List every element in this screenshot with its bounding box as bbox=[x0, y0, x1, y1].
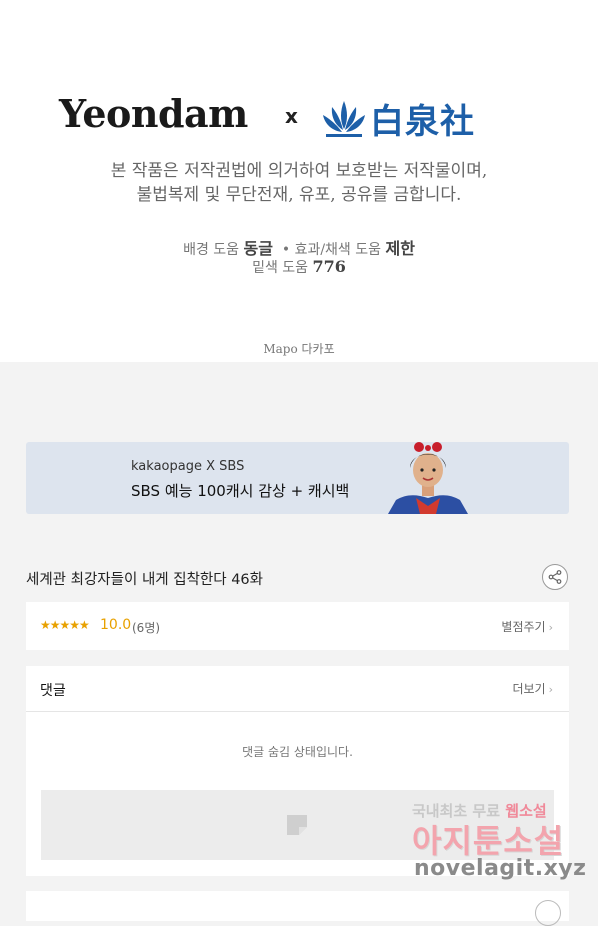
credit-base-label: 밑색 도움 bbox=[252, 260, 309, 276]
comments-heading: 댓글 bbox=[40, 683, 66, 699]
hakusensha-logo: 白泉社 bbox=[322, 94, 475, 143]
banner-person-illustration bbox=[388, 442, 468, 514]
comments-card: 댓글 더보기 › 댓글 숨김 상태입니다. bbox=[26, 666, 569, 876]
chevron-right-icon: › bbox=[548, 683, 553, 696]
next-card bbox=[26, 891, 569, 926]
hakusensha-wordmark: 白泉社 bbox=[370, 102, 475, 142]
episode-end-page: Yeondam x 白泉社 본 작품은 저작권법에 의거하여 보호받는 저작물이… bbox=[0, 0, 598, 362]
share-icon bbox=[548, 570, 562, 584]
share-button[interactable] bbox=[542, 564, 568, 590]
banner-line1: kakaopage X SBS bbox=[131, 459, 245, 474]
rate-button[interactable]: 별점주기 › bbox=[501, 618, 553, 635]
credit-base-name: 776 bbox=[312, 257, 346, 276]
rating-score: 10.0 bbox=[100, 617, 132, 633]
image-placeholder-icon bbox=[287, 815, 307, 835]
credit-bg-name: 동글 bbox=[243, 239, 273, 258]
credits-line2: 밑색 도움 776 bbox=[0, 257, 598, 277]
credit-fx-name: 제한 bbox=[385, 239, 415, 258]
credit-bg-label: 배경 도움 bbox=[183, 242, 240, 258]
comments-more-button[interactable]: 더보기 › bbox=[512, 680, 553, 697]
credit-bullet: • bbox=[281, 242, 291, 258]
rate-button-label: 별점주기 bbox=[501, 620, 546, 634]
logo-separator: x bbox=[285, 104, 298, 128]
credit-fx-label: 효과/채색 도움 bbox=[294, 242, 382, 258]
credits-line1: 배경 도움 동글 • 효과/채색 도움 제한 bbox=[0, 235, 598, 259]
copyright-notice-line2: 불법복제 및 무단전재, 유포, 공유를 금합니다. bbox=[136, 185, 462, 205]
divider bbox=[26, 711, 569, 712]
promo-banner[interactable]: kakaopage X SBS SBS 예능 100캐시 감상 + 캐시백 bbox=[26, 442, 569, 514]
circle-icon[interactable] bbox=[535, 900, 561, 926]
banner-line2: SBS 예능 100캐시 감상 + 캐시백 bbox=[131, 482, 350, 500]
chevron-right-icon: › bbox=[548, 621, 553, 634]
yeondam-logo: Yeondam bbox=[59, 91, 248, 136]
episode-title: 세계관 최강자들이 내게 집착한다 46화 bbox=[26, 572, 263, 588]
studio-credit: Mapo 다카포 bbox=[263, 342, 335, 356]
hakusensha-mark-icon bbox=[323, 100, 365, 137]
rating-card: ★★★★★ 10.0 (6명) 별점주기 › bbox=[26, 602, 569, 650]
comments-hidden-message: 댓글 숨김 상태입니다. bbox=[242, 745, 353, 759]
copyright-notice-line1: 본 작품은 저작권법에 의거하여 보호받는 저작물이며, bbox=[110, 161, 488, 181]
star-rating-icon: ★★★★★ bbox=[40, 618, 90, 632]
comments-more-label: 더보기 bbox=[512, 682, 546, 696]
rating-count: (6명) bbox=[132, 621, 161, 635]
comment-placeholder bbox=[41, 790, 554, 860]
